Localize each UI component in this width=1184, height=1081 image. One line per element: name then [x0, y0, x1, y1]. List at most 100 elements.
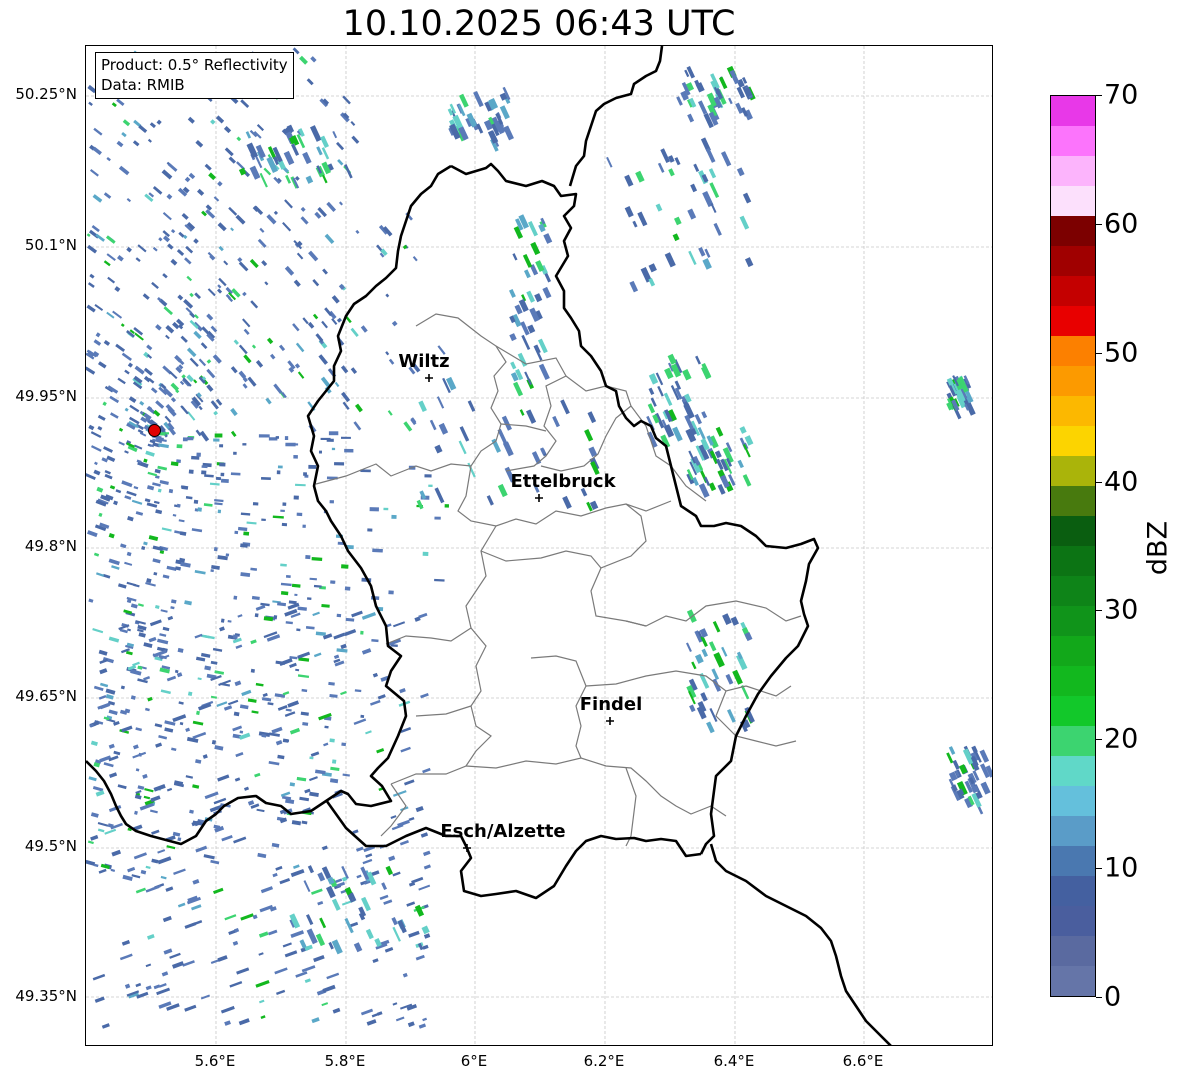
- echo-cell: [176, 503, 181, 508]
- echo-cell: [302, 722, 309, 726]
- colorbar-tick-mark: [1096, 352, 1102, 354]
- echo-cell: [131, 499, 143, 505]
- echo-cell: [92, 194, 103, 203]
- echo-cell: [117, 583, 127, 589]
- echo-cell: [295, 483, 306, 487]
- echo-cell: [153, 500, 160, 505]
- echo-cell: [115, 343, 126, 352]
- echo-cell: [183, 298, 194, 309]
- echo-cell: [234, 530, 239, 535]
- echo-cell: [688, 250, 697, 266]
- echo-cell: [296, 776, 307, 782]
- echo-cell: [509, 333, 517, 342]
- echo-cell: [392, 871, 401, 877]
- echo-cell: [94, 996, 105, 1003]
- echo-cell: [234, 777, 241, 782]
- echo-cell: [237, 614, 243, 618]
- y-tick-label: 50.1°N: [24, 236, 77, 254]
- echo-cell: [459, 426, 470, 442]
- echo-cell: [124, 561, 133, 566]
- echo-cell: [415, 954, 425, 961]
- echo-cell: [700, 692, 708, 702]
- echo-cell: [301, 688, 308, 693]
- echo-cell: [266, 214, 277, 225]
- echo-cell: [736, 167, 745, 177]
- echo-cell: [101, 1023, 110, 1029]
- echo-cell: [308, 464, 317, 469]
- echo-cell: [151, 829, 160, 835]
- echo-cell: [624, 206, 634, 218]
- city-marker-icon: [535, 494, 543, 502]
- echo-cell: [98, 868, 107, 874]
- colorbar-segment: [1051, 246, 1095, 276]
- echo-cell: [94, 304, 104, 311]
- echo-cell: [255, 360, 264, 368]
- echo-cell: [127, 866, 136, 873]
- echo-cell: [122, 119, 131, 127]
- echo-cell: [237, 257, 243, 263]
- echo-cell: [86, 233, 91, 237]
- echo-cell: [260, 1015, 266, 1020]
- echo-cell: [722, 613, 732, 625]
- echo-cell: [587, 411, 597, 424]
- echo-cell: [171, 747, 177, 752]
- echo-cell: [182, 960, 195, 967]
- echo-cell: [108, 558, 120, 566]
- echo-cell: [284, 711, 296, 717]
- echo-cell: [271, 842, 280, 848]
- echo-cell: [672, 233, 680, 242]
- colorbar-segment: [1051, 396, 1095, 426]
- echo-cell: [285, 621, 293, 625]
- echo-cell: [209, 482, 220, 486]
- echo-cell: [143, 541, 148, 546]
- echo-cell: [341, 564, 349, 569]
- echo-cell: [86, 304, 96, 313]
- echo-cell: [124, 983, 131, 989]
- echo-cell: [257, 852, 267, 859]
- colorbar-segment: [1051, 966, 1095, 996]
- echo-cell: [115, 489, 122, 494]
- echo-cell: [97, 828, 105, 833]
- echo-cell: [199, 430, 210, 442]
- echo-cell: [422, 551, 429, 556]
- echo-cell: [89, 169, 99, 177]
- echo-cell: [383, 899, 393, 905]
- echo-cell: [312, 279, 320, 287]
- echo-cell: [542, 286, 552, 299]
- echo-cell: [296, 512, 303, 517]
- echo-cell: [341, 391, 351, 403]
- echo-cell: [423, 933, 431, 939]
- echo-cell: [177, 902, 186, 908]
- echo-cell: [259, 999, 265, 1004]
- echo-cell: [341, 742, 347, 747]
- echo-cell: [143, 458, 148, 463]
- echo-cell: [334, 462, 345, 466]
- echo-cell: [418, 1023, 427, 1029]
- x-tick-label: 6°E: [460, 1052, 488, 1070]
- echo-cell: [742, 474, 752, 487]
- radar-map[interactable]: [85, 45, 993, 1046]
- echo-cell: [135, 727, 143, 732]
- echo-cell: [208, 172, 217, 181]
- echo-cell: [300, 216, 309, 225]
- colorbar-segment: [1051, 126, 1095, 156]
- echo-cell: [103, 260, 111, 267]
- echo-cell: [109, 772, 118, 778]
- echo-cell: [372, 672, 379, 678]
- echo-cell: [311, 557, 323, 562]
- echo-cell: [390, 815, 397, 819]
- echo-cell: [345, 617, 355, 622]
- echo-cell: [336, 317, 342, 323]
- echo-cell: [236, 967, 250, 975]
- echo-cell: [116, 254, 124, 262]
- echo-cell: [133, 485, 139, 490]
- echo-cell: [250, 668, 255, 673]
- echo-cell: [132, 661, 140, 667]
- echo-cell: [701, 411, 708, 419]
- echo-cell: [391, 514, 397, 519]
- echo-cell: [93, 863, 99, 868]
- echo-cell: [258, 952, 264, 956]
- echo-cell: [584, 429, 594, 442]
- echo-cell: [385, 865, 394, 876]
- echo-cell: [392, 1002, 398, 1006]
